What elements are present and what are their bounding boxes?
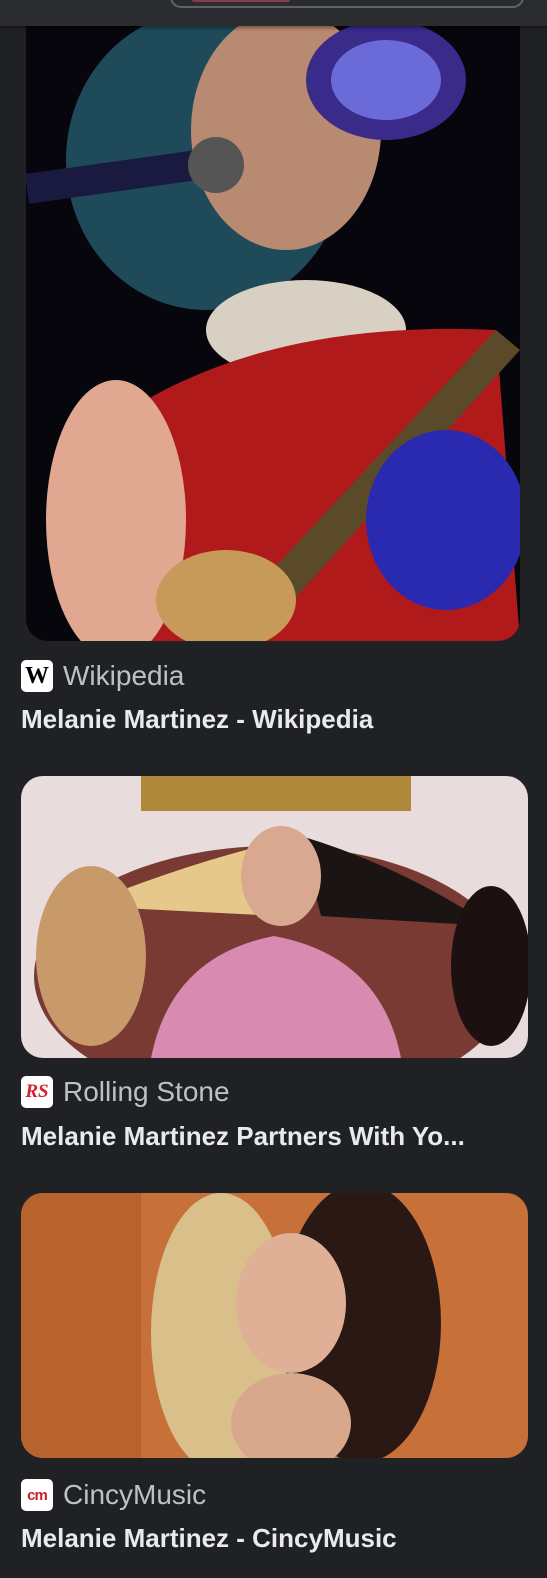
source-name: CincyMusic <box>63 1479 207 1510</box>
active-filter-indicator <box>192 0 290 2</box>
singer-photo-image <box>26 0 520 641</box>
source-name: Wikipedia <box>63 660 185 691</box>
image-results-page: W Wikipedia Melanie Martinez - Wikipedia… <box>0 0 547 1578</box>
image-result-card[interactable]: cm CincyMusic Melanie Martinez - CincyMu… <box>21 1193 528 1578</box>
result-title[interactable]: Melanie Martinez Partners With Yo... <box>21 1121 521 1152</box>
cincymusic-icon: cm <box>21 1479 53 1511</box>
result-image[interactable] <box>21 776 528 1058</box>
source-name: Rolling Stone <box>63 1076 230 1107</box>
singer-photo-image <box>21 1193 528 1458</box>
result-title[interactable]: Melanie Martinez - CincyMusic <box>21 1523 521 1554</box>
source-row[interactable]: RS Rolling Stone <box>21 1075 230 1109</box>
search-bar-strip <box>0 0 547 26</box>
source-row[interactable]: cm CincyMusic <box>21 1478 206 1512</box>
image-result-card[interactable]: W Wikipedia Melanie Martinez - Wikipedia <box>21 0 528 760</box>
image-result-card[interactable]: RS Rolling Stone Melanie Martinez Partne… <box>21 776 528 1176</box>
result-image[interactable] <box>21 1193 528 1458</box>
source-row[interactable]: W Wikipedia <box>21 659 184 693</box>
singer-photo-image <box>21 776 528 1058</box>
wikipedia-icon: W <box>21 660 53 692</box>
result-image[interactable] <box>26 0 520 641</box>
rolling-stone-icon: RS <box>21 1076 53 1108</box>
result-title[interactable]: Melanie Martinez - Wikipedia <box>21 704 521 735</box>
